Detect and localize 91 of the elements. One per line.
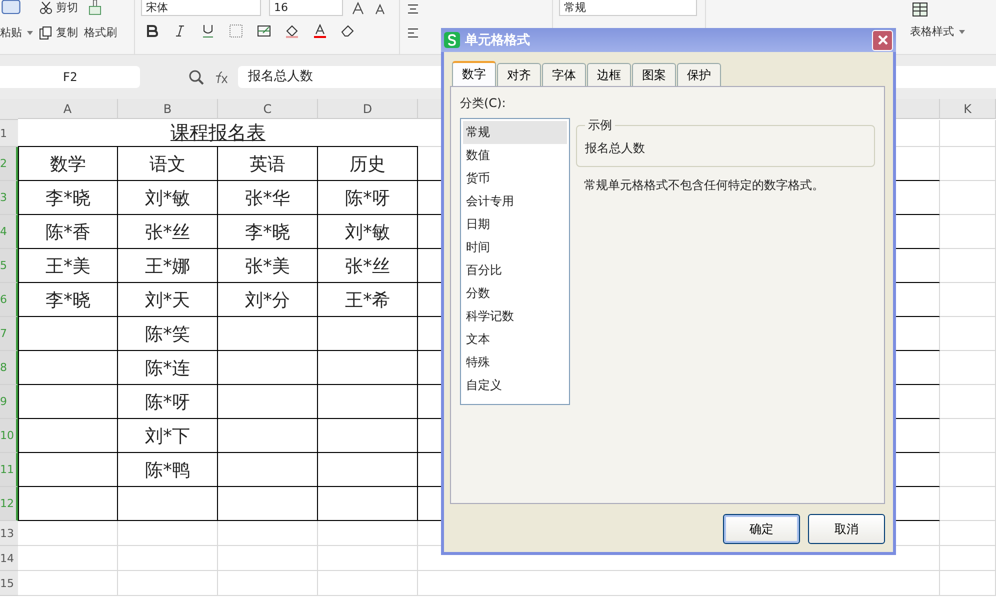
caret-icon xyxy=(27,30,33,34)
align-center-icon[interactable] xyxy=(406,2,420,16)
zoom-icon[interactable] xyxy=(188,69,204,85)
category-item[interactable]: 文本 xyxy=(463,328,567,351)
table-cell: 英语 xyxy=(218,147,318,181)
category-item[interactable]: 常规 xyxy=(463,121,567,144)
caret-icon xyxy=(959,30,965,34)
border-icon[interactable] xyxy=(229,24,243,38)
category-item[interactable]: 分数 xyxy=(463,282,567,305)
clipboard-icon[interactable] xyxy=(0,0,22,16)
table-cell: 刘*敏 xyxy=(118,181,218,215)
table-style-button[interactable]: 表格样式 xyxy=(910,24,965,39)
dialog-tab[interactable]: 数字 xyxy=(452,61,496,86)
close-icon xyxy=(876,34,888,46)
font-name-dropdown[interactable]: 宋体 xyxy=(141,0,261,16)
table-cell: 数学 xyxy=(18,147,118,181)
paste-button[interactable]: 粘贴 xyxy=(0,25,33,40)
underline-icon[interactable] xyxy=(201,24,215,38)
number-format-dropdown[interactable]: 常规 xyxy=(559,0,697,16)
table-cell: 陈*呀 xyxy=(118,385,218,419)
fill-color-icon[interactable] xyxy=(285,24,299,38)
table-cell: 刘*分 xyxy=(218,283,318,317)
category-item[interactable]: 会计专用 xyxy=(463,190,567,213)
category-item[interactable]: 百分比 xyxy=(463,259,567,282)
italic-icon[interactable] xyxy=(173,24,187,38)
table-cell: 王*娜 xyxy=(118,249,218,283)
table-cell: 李*晓 xyxy=(218,215,318,249)
category-item[interactable]: 日期 xyxy=(463,213,567,236)
category-item[interactable]: 特殊 xyxy=(463,351,567,374)
table-cell: 陈*鸭 xyxy=(118,453,218,487)
dialog-tab[interactable]: 字体 xyxy=(542,63,586,86)
dialog-tab[interactable]: 边框 xyxy=(587,63,631,86)
table-cell: 陈*香 xyxy=(18,215,118,249)
table-cell: 张*丝 xyxy=(318,249,418,283)
bold-icon[interactable] xyxy=(145,24,159,38)
table-cell: 语文 xyxy=(118,147,218,181)
dialog-tab[interactable]: 保护 xyxy=(677,63,721,86)
category-item[interactable]: 科学记数 xyxy=(463,305,567,328)
table-cell: 李*晓 xyxy=(18,181,118,215)
table-cell: 张*美 xyxy=(218,249,318,283)
category-item[interactable]: 自定义 xyxy=(463,374,567,397)
table-cell: 王*希 xyxy=(318,283,418,317)
table-cell: 刘*下 xyxy=(118,419,218,453)
category-item[interactable]: 货币 xyxy=(463,167,567,190)
copy-icon xyxy=(39,26,53,40)
merge-cells-icon[interactable] xyxy=(257,24,271,38)
table-cell: 李*晓 xyxy=(18,283,118,317)
category-label: 分类(C): xyxy=(460,95,507,112)
copy-button[interactable]: 复制 xyxy=(39,25,78,40)
sheet-cell xyxy=(940,571,996,596)
close-button[interactable] xyxy=(872,30,893,50)
sample-value: 报名总人数 xyxy=(584,140,646,157)
row-header[interactable]: 1 xyxy=(0,120,18,147)
row-header[interactable]: 14 xyxy=(0,546,18,571)
category-item[interactable]: 数值 xyxy=(463,144,567,167)
name-box[interactable]: F2 xyxy=(0,66,140,88)
sheet-cell xyxy=(940,546,996,571)
font-size-dropdown[interactable]: 16 xyxy=(269,0,343,16)
column-header[interactable]: C xyxy=(218,99,318,119)
dialog-title: 单元格格式 xyxy=(465,32,530,49)
column-header[interactable]: D xyxy=(318,99,418,119)
table-cell: 陈*笑 xyxy=(118,317,218,351)
sample-label: 示例 xyxy=(585,117,615,134)
table-cell: 王*美 xyxy=(18,249,118,283)
row-header[interactable]: 15 xyxy=(0,571,18,596)
cut-button[interactable]: 剪切 xyxy=(39,0,78,15)
sheet-title: 课程报名表 xyxy=(18,120,418,147)
column-header[interactable]: A xyxy=(18,99,118,119)
cancel-button[interactable]: 取消 xyxy=(808,514,885,544)
row-header[interactable]: 13 xyxy=(0,521,18,546)
table-cell: 刘*天 xyxy=(118,283,218,317)
app-logo-icon xyxy=(444,32,460,48)
table-cell: 张*丝 xyxy=(118,215,218,249)
dialog-tab[interactable]: 图案 xyxy=(632,63,676,86)
scissors-icon xyxy=(39,0,53,14)
column-header[interactable]: K xyxy=(940,99,996,119)
format-painter-button[interactable]: 格式刷 xyxy=(84,25,117,40)
font-color-icon[interactable] xyxy=(313,24,327,38)
align-left-icon[interactable] xyxy=(406,26,420,40)
eraser-icon[interactable] xyxy=(341,24,355,38)
table-cell: 陈*呀 xyxy=(318,181,418,215)
table-cell: 刘*敏 xyxy=(318,215,418,249)
format-description: 常规单元格格式不包含任何特定的数字格式。 xyxy=(583,177,825,194)
category-item[interactable]: 时间 xyxy=(463,236,567,259)
ok-button[interactable]: 确定 xyxy=(723,514,800,544)
dialog-tab[interactable]: 对齐 xyxy=(497,63,541,86)
grow-font-icon[interactable] xyxy=(351,1,365,15)
table-cell: 陈*连 xyxy=(118,351,218,385)
table-cell: 历史 xyxy=(318,147,418,181)
table-cell: 张*华 xyxy=(218,181,318,215)
column-header[interactable]: B xyxy=(118,99,218,119)
